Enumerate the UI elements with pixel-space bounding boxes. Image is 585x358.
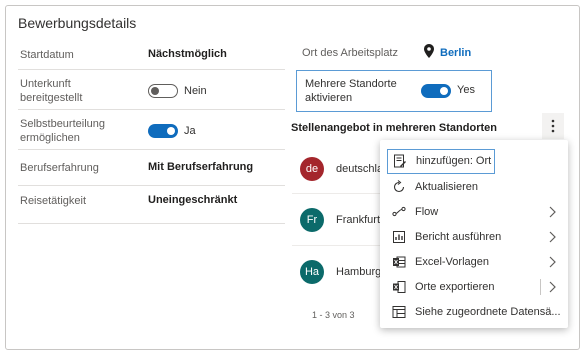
field-label: Unterkunft bereitgestellt xyxy=(20,78,83,104)
field-value[interactable]: Mit Berufserfahrung xyxy=(148,161,253,173)
avatar: Ha xyxy=(300,260,324,284)
more-vertical-icon xyxy=(551,119,555,133)
field-value[interactable]: Nächstmöglich xyxy=(148,48,227,60)
split-divider xyxy=(540,279,541,295)
menu-item-flow[interactable]: Flow xyxy=(380,200,568,225)
flow-icon xyxy=(392,205,406,219)
menu-item-label: Aktualisieren xyxy=(415,181,478,193)
row-name-link[interactable]: Hamburg xyxy=(336,266,381,278)
field-label: Berufserfahrung xyxy=(20,162,99,174)
selbstbeurteilung-toggle[interactable] xyxy=(148,124,178,138)
pager-text: 1 - 3 von 3 xyxy=(312,310,355,320)
chevron-right-icon xyxy=(548,256,556,271)
avatar: de xyxy=(300,157,324,181)
ort-label: Ort des Arbeitsplatz xyxy=(302,47,398,59)
chevron-right-icon xyxy=(548,231,556,246)
refresh-icon xyxy=(392,180,406,194)
menu-item-label: Bericht ausführen xyxy=(415,231,502,243)
menu-item-label: hinzufügen: Ort xyxy=(416,155,492,167)
export-excel-icon xyxy=(392,280,406,294)
toggle-state-text: Nein xyxy=(184,85,207,97)
add-record-icon xyxy=(393,154,407,168)
toggle-knob xyxy=(440,87,448,95)
field-berufserfahrung: Berufserfahrung Mit Berufserfahrung xyxy=(18,150,285,186)
menu-item-add-ort[interactable]: hinzufügen: Ort xyxy=(387,149,495,174)
avatar: Fr xyxy=(300,208,324,232)
row-name-link[interactable]: Frankfurt xyxy=(336,214,380,226)
toggle-knob xyxy=(167,127,175,135)
unterkunft-toggle[interactable] xyxy=(148,84,178,98)
menu-item-label: Excel-Vorlagen xyxy=(415,256,489,268)
field-label: Mehrere Standorte aktivieren xyxy=(305,78,397,104)
field-unterkunft: Unterkunft bereitgestellt Nein xyxy=(18,70,285,110)
chevron-right-icon[interactable] xyxy=(548,281,556,296)
row-divider xyxy=(292,245,382,246)
toggle-knob xyxy=(151,87,159,95)
report-icon xyxy=(392,230,406,244)
menu-item-run-report[interactable]: Bericht ausführen xyxy=(380,225,568,250)
menu-item-label: Orte exportieren xyxy=(415,281,495,293)
chevron-right-icon xyxy=(548,206,556,221)
toggle-state-text: Ja xyxy=(184,125,196,137)
menu-item-refresh[interactable]: Aktualisieren xyxy=(380,175,568,200)
field-label: Selbstbeurteilung ermöglichen xyxy=(20,118,106,144)
subgrid-title: Stellenangebot in mehreren Standorten xyxy=(291,122,497,134)
ort-value-link[interactable]: Berlin xyxy=(440,47,471,59)
mehrere-standorte-toggle[interactable] xyxy=(421,84,451,98)
field-selbstbeurteilung: Selbstbeurteilung ermöglichen Ja xyxy=(18,110,285,150)
row-divider xyxy=(292,193,382,194)
excel-icon xyxy=(392,255,406,269)
field-startdatum: Startdatum Nächstmöglich xyxy=(18,38,285,70)
field-value[interactable]: Uneingeschränkt xyxy=(148,194,237,206)
field-reisetaetigkeit: Reisetätigkeit Uneingeschränkt xyxy=(18,186,285,224)
menu-item-excel-templates[interactable]: Excel-Vorlagen xyxy=(380,250,568,275)
menu-item-label: Flow xyxy=(415,206,439,218)
commands-menu: hinzufügen: Ort Aktualisieren Flow Beric… xyxy=(380,140,568,328)
more-commands-button[interactable] xyxy=(542,113,564,139)
related-records-icon xyxy=(392,305,406,319)
field-label: Reisetätigkeit xyxy=(20,195,87,207)
menu-item-export-orte[interactable]: Orte exportieren xyxy=(380,275,568,300)
menu-item-related-records[interactable]: Siehe zugeordnete Datensä... xyxy=(380,300,568,325)
menu-item-label: Siehe zugeordnete Datensä... xyxy=(415,306,561,318)
section-title: Bewerbungsdetails xyxy=(18,15,137,31)
mehrere-standorte-field: Mehrere Standorte aktivieren Yes xyxy=(296,70,492,112)
field-label: Startdatum xyxy=(20,49,74,61)
toggle-state-text: Yes xyxy=(457,84,475,96)
map-pin-icon xyxy=(424,44,434,61)
